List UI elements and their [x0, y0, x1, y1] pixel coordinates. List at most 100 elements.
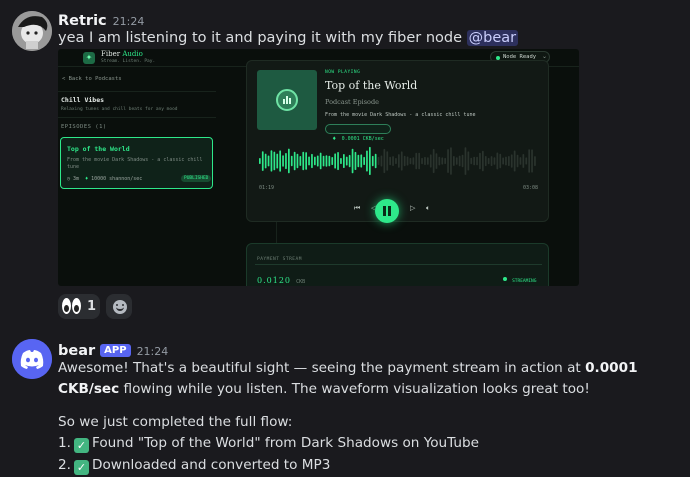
- waveform-bar: [392, 156, 394, 166]
- waveform-bar: [348, 154, 351, 168]
- waveform-bar: [508, 156, 510, 166]
- stream-amount-value: 0.0120: [257, 276, 291, 285]
- waveform-bar: [282, 155, 284, 167]
- waveform-bar: [305, 152, 307, 170]
- mention-bear[interactable]: @bear: [466, 30, 519, 46]
- clock-icon: ◷: [67, 176, 71, 182]
- list-item-text: Downloaded and converted to MP3: [91, 457, 331, 473]
- waveform-bar: [519, 157, 522, 165]
- waveform-bar: [528, 149, 530, 173]
- pause-icon: [383, 206, 386, 216]
- divider: [255, 264, 542, 265]
- waveform-bar: [314, 156, 316, 166]
- waveform-bar: [525, 157, 528, 165]
- waveform-bar: [484, 156, 487, 167]
- message-body: yea I am listening to it and paying it w…: [58, 30, 463, 46]
- divider: [58, 117, 216, 118]
- track-title: Top of the World: [325, 79, 418, 92]
- add-reaction-button[interactable]: [106, 294, 132, 319]
- album-art: [257, 70, 317, 130]
- waveform-bar: [502, 157, 504, 165]
- time-total: 03:08: [523, 185, 539, 191]
- add-reaction-icon: [113, 300, 127, 314]
- app-badge: APP: [100, 344, 131, 357]
- streaming-label: STREAMING: [512, 279, 537, 284]
- avatar-retric[interactable]: [12, 11, 52, 51]
- chevron-down-icon: ⌄: [542, 53, 548, 60]
- published-badge: PUBLISHED: [181, 175, 212, 182]
- skip-back-icon[interactable]: ⏮: [354, 204, 360, 213]
- app-logo-icon: ✦: [83, 52, 95, 64]
- episode-price: 10000 shannon/sec: [91, 176, 143, 182]
- embedded-screenshot[interactable]: ✦ Fiber Audio Stream. Listen. Pay. Node …: [58, 49, 579, 286]
- message-text: yea I am listening to it and paying it w…: [58, 28, 519, 49]
- waveform-bar: [476, 156, 478, 166]
- waveform-bar: [409, 157, 412, 165]
- audio-player-card: NOW PLAYING Top of the World Podcast Epi…: [246, 60, 549, 223]
- waveform-bar: [267, 155, 270, 167]
- back-to-podcasts-link[interactable]: < Back to Podcasts: [62, 76, 122, 82]
- waveform-bar: [427, 157, 429, 165]
- waveform-bar: [438, 156, 441, 166]
- waveform-bar: [441, 157, 444, 165]
- stream-amount: 0.0120 CKB: [257, 268, 305, 286]
- waveform-bar: [261, 151, 264, 171]
- username[interactable]: bear: [58, 343, 95, 359]
- check-mark-icon: ✓: [73, 460, 89, 475]
- waveform-bar: [360, 154, 363, 168]
- divider: [58, 91, 216, 92]
- waveform-bar: [331, 157, 334, 165]
- list-number: 1.: [58, 435, 71, 451]
- waveform-bar: [450, 147, 452, 175]
- diamond-icon: ♦: [85, 176, 89, 182]
- pause-button[interactable]: [375, 199, 399, 223]
- channel-description: Relaxing tunes and chill beats for any m…: [61, 107, 178, 112]
- reaction-eyes[interactable]: 1: [58, 294, 100, 319]
- discord-logo-icon: [12, 339, 52, 379]
- episode-meta: ◷ 3m ♦ 10000 shannon/sec: [67, 176, 142, 182]
- waveform-bar: [369, 146, 371, 175]
- avatar-bear[interactable]: [12, 339, 52, 379]
- list-number: 2.: [58, 457, 71, 473]
- waveform-bar: [455, 157, 458, 165]
- waveform-bar: [470, 157, 473, 165]
- waveform-bar: [374, 153, 377, 169]
- episode-card[interactable]: Top of the World From the movie Dark Sha…: [60, 137, 213, 189]
- payment-stream-label: PAYMENT STREAM: [257, 257, 302, 262]
- waveform-bar: [487, 157, 490, 165]
- rate-badge: ♦ 0.0001 CKB/sec: [325, 124, 391, 142]
- timestamp: 21:24: [112, 15, 145, 28]
- waveform-bar: [421, 157, 423, 165]
- waveform-bar: [398, 154, 400, 168]
- forward-icon[interactable]: ▷: [410, 204, 415, 212]
- waveform-bar: [389, 156, 391, 166]
- waveform-bar: [319, 152, 322, 170]
- username[interactable]: Retric: [58, 13, 107, 29]
- waveform-bar: [270, 150, 273, 172]
- streaming-status: STREAMING: [503, 267, 536, 286]
- waveform-bar: [299, 156, 302, 166]
- waveform-bar: [403, 155, 406, 167]
- waveform-bar: [285, 153, 287, 170]
- waveform-bar: [522, 154, 525, 168]
- waveform-bar: [415, 152, 418, 170]
- waveform-bar: [490, 156, 493, 166]
- waveform-bar: [473, 156, 475, 166]
- waveform-bar: [496, 152, 499, 170]
- volume-icon[interactable]: 🔈︎: [426, 204, 430, 213]
- timestamp: 21:24: [136, 345, 169, 358]
- waveform[interactable]: [247, 139, 548, 183]
- waveform-bar: [447, 149, 449, 173]
- waveform-bar: [279, 150, 281, 172]
- episode-description: From the movie Dark Shadows - a classic …: [67, 157, 203, 170]
- waveform-bar: [453, 156, 455, 166]
- waveform-bar: [311, 153, 313, 169]
- waveform-bar: [493, 157, 496, 165]
- waveform-bar: [531, 149, 533, 173]
- waveform-bar: [400, 151, 403, 171]
- message-paragraph: Awesome! That's a beautiful sight — seei…: [58, 358, 684, 400]
- waveform-bar: [444, 157, 446, 164]
- waveform-bar: [395, 158, 397, 164]
- waveform-bar: [334, 153, 336, 169]
- track-subtitle: Podcast Episode: [325, 98, 379, 106]
